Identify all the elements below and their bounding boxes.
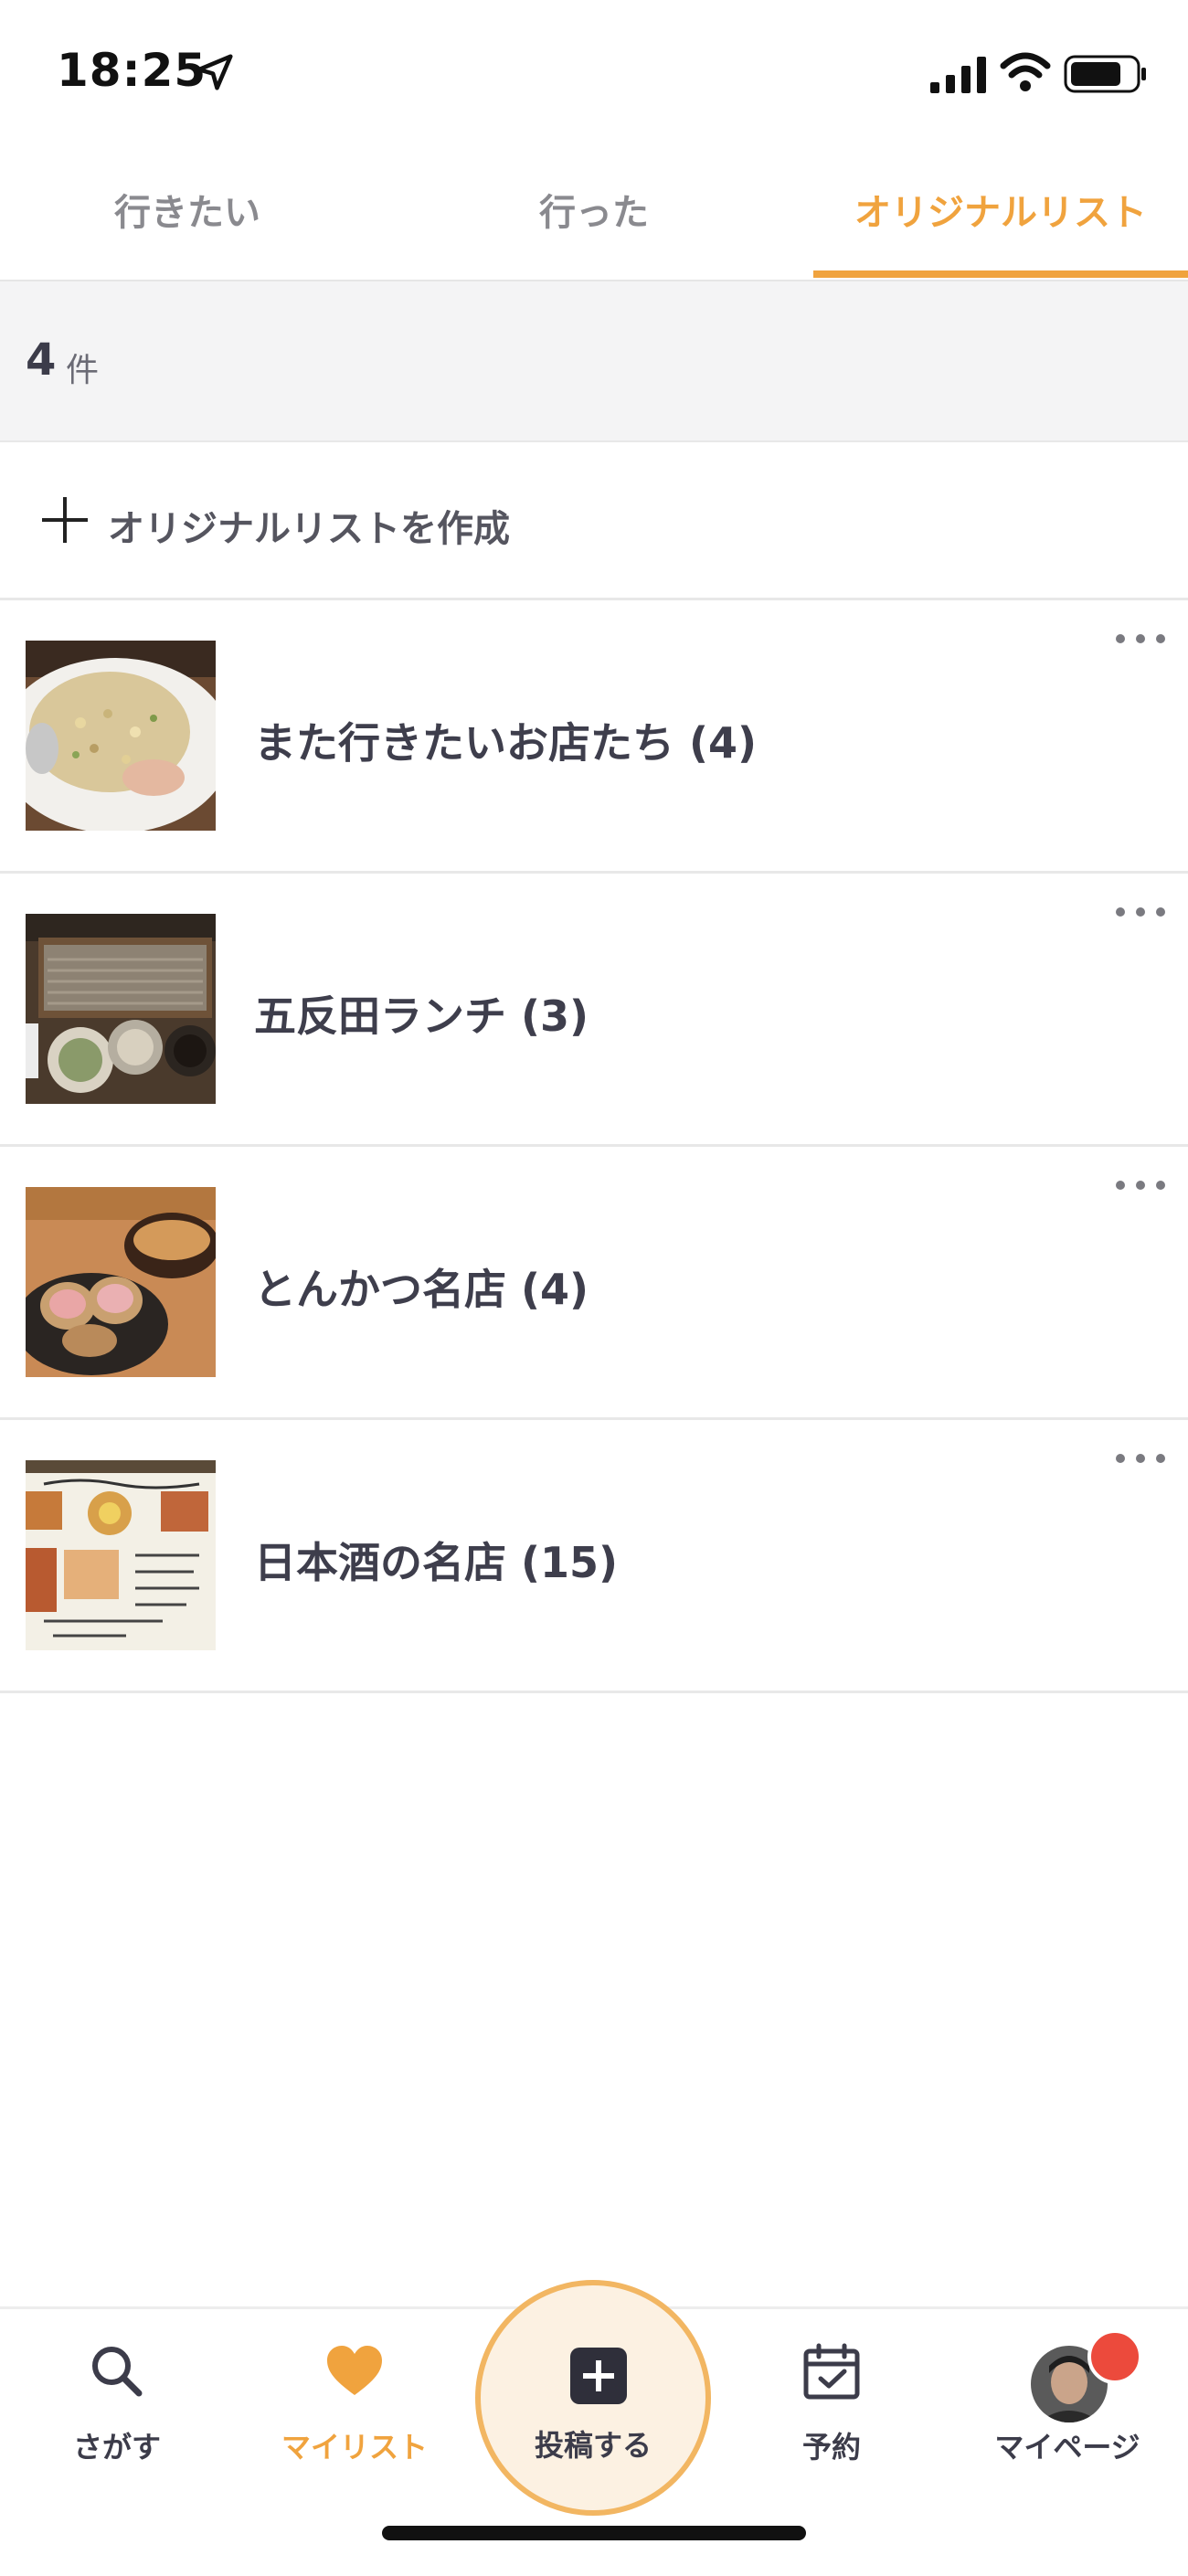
tab-went[interactable]: 行った: [475, 183, 713, 247]
battery-icon: [1064, 55, 1146, 93]
cellular-signal-icon: [930, 57, 986, 93]
wifi-icon: [1000, 52, 1051, 91]
post-button[interactable]: 投稿する: [475, 2280, 711, 2516]
list-item[interactable]: 五反田ランチ (3): [0, 874, 1188, 1147]
tonkatsu-photo: [26, 1187, 216, 1377]
list-title: とんかつ名店 (4): [254, 1265, 589, 1314]
list-item[interactable]: また行きたいお店たち (4): [0, 600, 1188, 874]
list-title: 五反田ランチ (3): [254, 991, 589, 1041]
list-title: また行きたいお店たち (4): [254, 718, 758, 768]
more-options-icon[interactable]: [1113, 1174, 1168, 1196]
more-options-icon[interactable]: [1113, 628, 1168, 650]
soba-photo: [26, 914, 216, 1104]
nav-reservation-label: 予約: [801, 2430, 861, 2465]
location-arrow-icon: [196, 54, 233, 90]
notification-badge: [1087, 2329, 1142, 2384]
status-bar: 18:25: [0, 0, 1188, 146]
nav-mylist[interactable]: マイリスト: [254, 2342, 455, 2488]
search-icon: [92, 2347, 143, 2397]
list-count-unit: 件: [66, 352, 100, 389]
home-indicator: [382, 2526, 806, 2540]
list-tabs: 行きたい 行った オリジナルリスト: [0, 155, 1188, 282]
nav-mypage-label: マイページ: [994, 2430, 1140, 2465]
nav-search-label: さがす: [72, 2430, 161, 2465]
create-list-button[interactable]: オリジナルリストを作成: [0, 442, 1188, 600]
tab-original-list[interactable]: オリジナルリスト: [813, 183, 1188, 247]
list-item[interactable]: とんかつ名店 (4): [0, 1147, 1188, 1420]
plus-icon: [42, 497, 88, 543]
tab-want-to-go[interactable]: 行きたい: [73, 183, 302, 247]
status-time: 18:25: [57, 44, 207, 97]
fried-rice-photo: [26, 641, 216, 831]
nav-mylist-label: マイリスト: [281, 2430, 428, 2465]
heart-icon: [327, 2346, 382, 2395]
calendar-check-icon: [803, 2343, 860, 2400]
plus-square-icon: [570, 2348, 627, 2404]
active-tab-indicator: [813, 270, 1188, 278]
nav-search[interactable]: さがす: [16, 2342, 217, 2488]
create-list-label: オリジナルリストを作成: [108, 508, 510, 550]
post-label: 投稿する: [534, 2428, 652, 2463]
nav-reservation[interactable]: 予約: [731, 2342, 932, 2488]
list-item[interactable]: 日本酒の名店 (15): [0, 1420, 1188, 1693]
menu-photo: [26, 1460, 216, 1650]
count-bar: 4 件: [0, 281, 1188, 442]
list-title: 日本酒の名店 (15): [254, 1538, 619, 1587]
list-count: 4: [26, 334, 57, 386]
nav-mypage[interactable]: マイページ: [967, 2329, 1168, 2488]
more-options-icon[interactable]: [1113, 1447, 1168, 1469]
more-options-icon[interactable]: [1113, 901, 1168, 923]
